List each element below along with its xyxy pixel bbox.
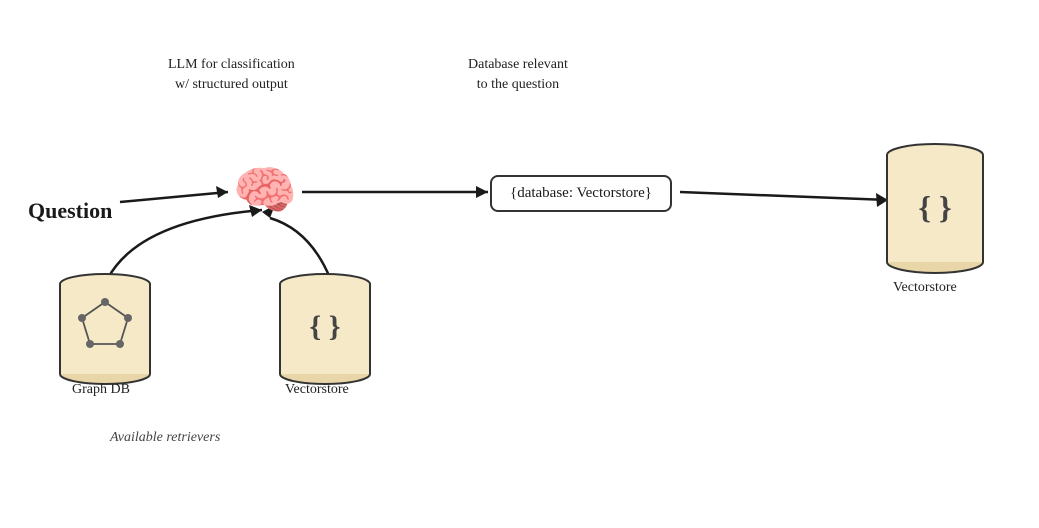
svg-text:{ }: { } [309,310,340,343]
llm-annotation: LLM for classification w/ structured out… [168,55,295,94]
graphdb-label: Graph DB [72,382,130,398]
available-retrievers-label: Available retrievers [110,430,220,446]
brain-icon: 🧠 [230,155,300,225]
diagram-container: { } { } Question LLM for classification … [0,0,1039,528]
vectorstore-bottom-label: Vectorstore [285,382,349,398]
svg-text:{ }: { } [918,189,951,225]
question-label: Question [28,198,112,224]
db-json-box: {database: Vectorstore} [490,175,672,212]
db-annotation: Database relevant to the question [468,55,568,94]
vectorstore-right-label: Vectorstore [893,280,957,296]
